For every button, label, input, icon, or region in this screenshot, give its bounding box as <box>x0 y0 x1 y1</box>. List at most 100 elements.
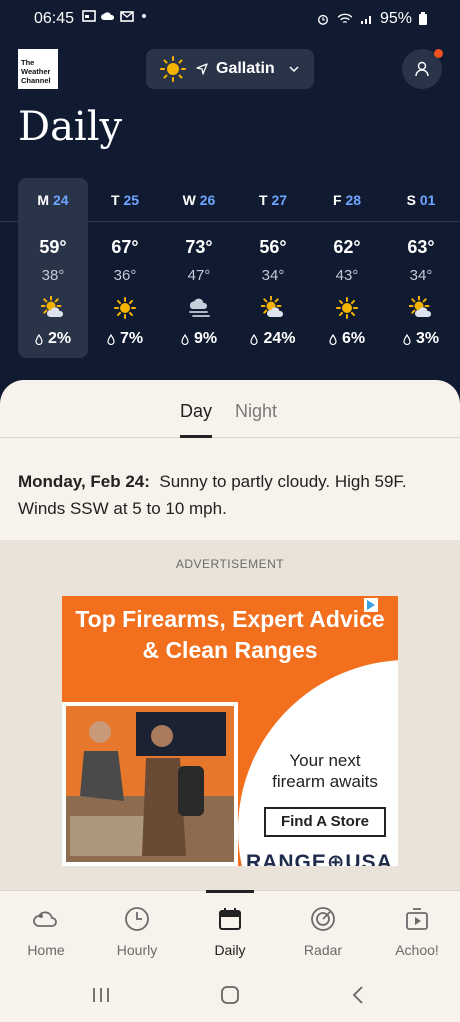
day-letter: W <box>182 192 200 208</box>
day-letter: F <box>332 192 346 208</box>
day-label: S 01 <box>386 192 456 208</box>
ad-banner[interactable]: Top Firearms, Expert Advice & Clean Rang… <box>62 596 398 866</box>
day-column[interactable]: T 25 67° 36° 7% <box>90 178 160 358</box>
sunny-icon <box>336 297 358 319</box>
profile-button[interactable] <box>402 49 443 89</box>
chevron-down-icon <box>289 66 299 73</box>
high-temp: 56° <box>259 237 287 257</box>
ad-tagline-line: firearm awaits <box>272 772 378 791</box>
nav-label: Home <box>27 942 65 958</box>
day-label: M 24 <box>18 192 88 208</box>
day-number: 28 <box>345 192 362 208</box>
day-label: T 25 <box>90 192 160 208</box>
day-number: 26 <box>199 192 216 208</box>
location-arrow-icon <box>196 63 208 75</box>
system-navigation-bar <box>0 970 460 1022</box>
ad-headline: Top Firearms, Expert Advice & Clean Rang… <box>62 604 398 666</box>
wifi-icon <box>337 13 353 24</box>
notification-dot <box>434 49 443 58</box>
battery-icon <box>419 12 427 25</box>
high-temp: 63° <box>407 237 435 257</box>
tab-night[interactable]: Night <box>235 401 277 422</box>
precip-value: 7% <box>119 330 144 347</box>
clock-icon <box>125 907 149 931</box>
low-temp: 36° <box>113 267 137 284</box>
status-time: 06:45 <box>34 10 75 27</box>
precip-chance: 7% <box>90 330 160 348</box>
status-bar: 06:45 95% <box>0 0 460 38</box>
recent-apps-icon[interactable] <box>90 984 112 1006</box>
system-indicators: 95% <box>316 10 428 28</box>
precip-value: 6% <box>341 330 366 347</box>
daily-forecast-strip: M 24 59° 38° 2% T 25 67° 36° 7% W 26 73° 47° 9% T 27… <box>0 178 460 358</box>
nav-home[interactable]: Home <box>0 891 92 971</box>
high-temp: 59° <box>39 237 67 257</box>
sunny-icon <box>160 56 186 82</box>
raindrop-icon <box>35 333 43 345</box>
signal-icon <box>360 16 371 24</box>
location-selector[interactable]: Gallatin <box>146 49 314 89</box>
logo-text-line: Weather <box>21 67 51 76</box>
notification-icons <box>82 10 153 22</box>
ad-photo <box>62 702 238 866</box>
ad-tagline-line: Your next <box>289 751 361 770</box>
nav-label: Achoo! <box>395 942 439 958</box>
store-photo-image <box>66 706 234 862</box>
location-name: Gallatin <box>216 60 275 77</box>
low-temp: 47° <box>187 267 211 284</box>
nav-label: Daily <box>214 942 246 958</box>
day-label: T 27 <box>238 192 308 208</box>
partly-cloudy-sun-icon <box>261 296 284 317</box>
nav-radar[interactable]: Radar <box>277 891 369 971</box>
find-store-button[interactable]: Find A Store <box>264 807 386 837</box>
calendar-notif-icon <box>82 10 96 22</box>
high-temp: 62° <box>333 237 361 257</box>
precip-value: 24% <box>263 330 296 347</box>
ad-tagline: Your next firearm awaits <box>252 750 398 792</box>
low-temp: 43° <box>335 267 359 284</box>
alarm-icon <box>317 14 328 25</box>
precip-chance: 9% <box>164 330 234 348</box>
home-cloud-icon <box>33 911 57 927</box>
day-number: 27 <box>271 192 288 208</box>
tab-day[interactable]: Day <box>180 401 212 422</box>
page-title: Daily <box>18 104 123 150</box>
logo-text-line: Channel <box>21 76 51 85</box>
day-letter: S <box>406 192 420 208</box>
forecast-summary: Monday, Feb 24: Sunny to partly cloudy. … <box>18 468 442 522</box>
low-temp: 38° <box>41 267 65 284</box>
day-label: W 26 <box>164 192 234 208</box>
precip-value: 2% <box>47 330 72 347</box>
logo-text-line: The <box>21 58 35 67</box>
day-number: 24 <box>52 192 69 208</box>
high-temp: 73° <box>185 237 213 257</box>
nav-hourly[interactable]: Hourly <box>91 891 183 971</box>
raindrop-icon <box>329 333 337 345</box>
raindrop-icon <box>403 333 411 345</box>
precip-chance: 24% <box>238 330 308 348</box>
weather-channel-logo[interactable]: The Weather Channel <box>18 49 58 89</box>
day-column[interactable]: F 28 62° 43° 6% <box>312 178 382 358</box>
ad-brand-logo: RANGE⊕USA <box>246 851 393 866</box>
day-night-tabs: Day Night <box>0 380 460 438</box>
nav-achoo[interactable]: Achoo! <box>371 891 460 971</box>
nav-label: Hourly <box>116 942 158 958</box>
nav-daily[interactable]: Daily <box>184 890 276 971</box>
precip-value: 9% <box>193 330 218 347</box>
back-icon[interactable] <box>348 984 370 1006</box>
ad-container: ADVERTISEMENT Top Firearms, Expert Advic… <box>0 540 460 890</box>
day-column[interactable]: M 24 59° 38° 2% <box>18 178 88 358</box>
dot-notif-icon <box>142 14 146 18</box>
raindrop-icon <box>250 333 259 345</box>
bottom-navigation: Home Hourly Daily Radar Achoo! <box>0 890 460 970</box>
day-label: F 28 <box>312 192 382 208</box>
radar-icon <box>311 907 335 931</box>
day-column[interactable]: S 01 63° 34° 3% <box>386 178 456 358</box>
day-column[interactable]: T 27 56° 34° 24% <box>238 178 308 358</box>
sunny-icon <box>114 297 136 319</box>
calendar-icon <box>219 908 241 930</box>
home-button-icon[interactable] <box>219 984 241 1006</box>
ad-headline-line: & Clean Ranges <box>142 637 318 663</box>
day-column[interactable]: W 26 73° 47° 9% <box>164 178 234 358</box>
raindrop-icon <box>107 333 115 345</box>
